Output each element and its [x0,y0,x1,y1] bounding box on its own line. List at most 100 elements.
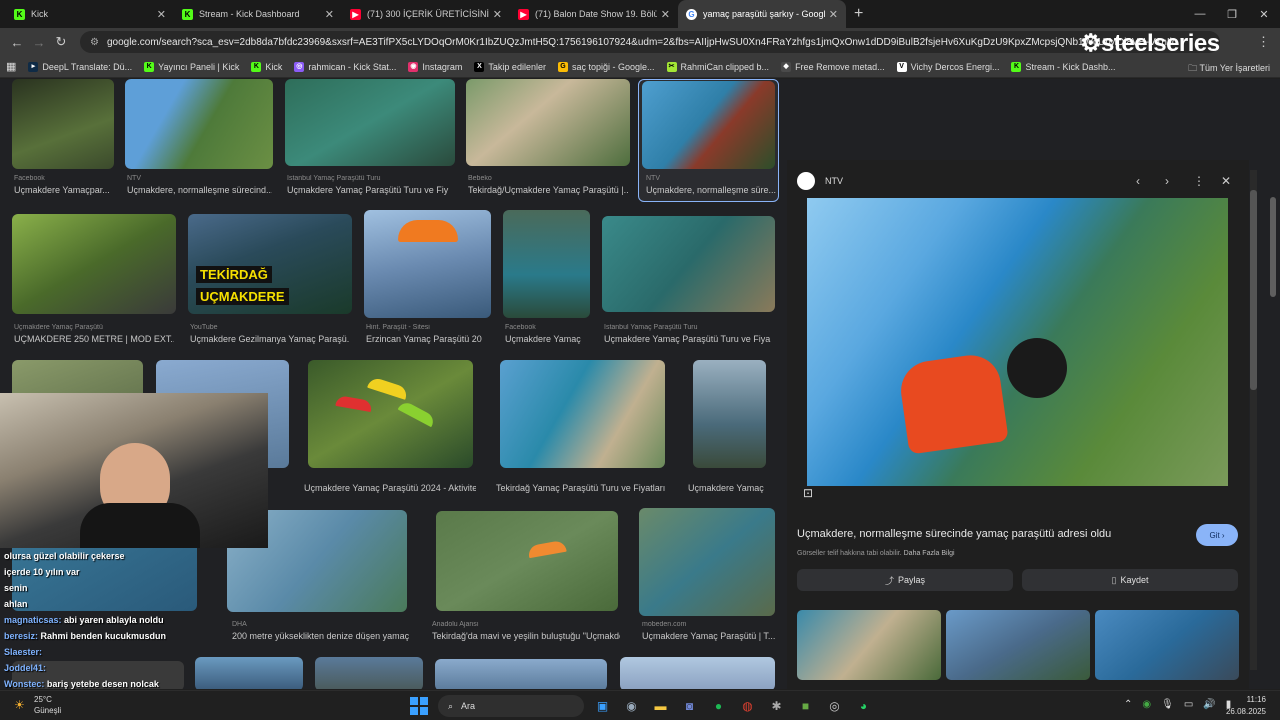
result-caption[interactable]: Uçmakdere Yamaç [688,483,773,493]
bookmark-google[interactable]: Gsaç topiği - Google... [557,61,655,72]
result-caption[interactable]: UÇMAKDERE 250 METRE | MOD EXT... [14,334,174,344]
result-caption[interactable]: Uçmakdere Yamaç Paraşütü Turu ve Fiya [604,334,776,344]
result-image[interactable] [285,79,455,166]
panel-scrollbar[interactable] [1250,170,1257,670]
result-image[interactable] [12,79,114,169]
bookmark-clip[interactable]: ✂ RahmiCan clipped b... [666,61,769,72]
tab-youtube-1[interactable]: ▶(71) 300 İÇERİK ÜRETİCİSİNİ KA✕ [342,0,510,28]
tab-kick[interactable]: K Kick ✕ [6,0,174,28]
bookmark-vichy[interactable]: V Vichy Dercos Energi... [896,61,999,72]
bookmark-kick-panel[interactable]: K Yayıncı Paneli | Kick [144,61,239,72]
discord-icon[interactable]: ◙ [675,695,704,717]
result-image[interactable] [693,360,766,468]
result-caption[interactable]: Uçmakdere Yamaçpar... [14,185,114,195]
previous-icon[interactable]: ‹ [1136,174,1140,188]
preview-title[interactable]: Uçmakdere, normalleşme sürecinde yamaç p… [797,528,1111,540]
bookmark-kick[interactable]: K Kick [251,61,282,72]
browser-menu-icon[interactable]: ⋮ [1257,34,1270,50]
result-caption[interactable]: Uçmakdere Yamaç Paraşütü Turu ve Fiy [287,185,455,195]
result-image[interactable] [12,214,176,314]
share-button[interactable]: ⤴ Paylaş [797,569,1013,591]
result-image[interactable] [602,216,775,312]
result-caption[interactable]: Uçmakdere, normalleşme sürecind... [127,185,272,195]
close-icon[interactable]: ✕ [661,8,670,21]
bookmark-instagram[interactable]: ◉ Instagram [408,61,462,72]
close-icon[interactable]: ✕ [325,8,334,21]
more-options-icon[interactable]: ⋮ [1193,174,1205,188]
taskbar-clock[interactable]: 11:16 26.08.2025 [1226,694,1266,718]
steam-icon[interactable]: ◉ [617,695,646,717]
tab-kick-dashboard[interactable]: K Stream - Kick Dashboard ✕ [174,0,342,28]
result-image-selected[interactable] [642,81,775,169]
result-image[interactable] [125,79,273,169]
back-icon[interactable]: ← [6,35,28,50]
related-image[interactable] [797,610,941,680]
minimize-icon[interactable]: — [1184,0,1216,28]
chrome-icon[interactable]: ◍ [733,695,762,717]
result-image[interactable] [620,657,775,689]
preview-image[interactable] [807,198,1228,486]
start-menu-icon[interactable] [410,697,428,715]
result-caption[interactable]: Uçmakdere Yamaç Paraşütü | T... [642,631,777,641]
result-caption[interactable]: Erzincan Yamaç Paraşütü 20 [366,334,491,344]
tray-expand-icon[interactable]: ⌃ [1124,699,1132,710]
close-icon[interactable]: ✕ [157,8,166,21]
forward-icon[interactable]: → [28,35,50,50]
visit-button[interactable]: Git › [1196,524,1238,546]
preview-source[interactable]: NTV [797,172,843,190]
settings-icon[interactable]: ✱ [762,695,791,717]
file-explorer-icon[interactable]: ▬ [646,695,675,717]
result-image[interactable] [466,79,630,166]
bookmark-kick-dashboard[interactable]: K Stream - Kick Dashb... [1011,61,1116,72]
result-caption[interactable]: Uçmakdere, normalleşme süre... [646,185,776,195]
result-caption[interactable]: Tekirdağ/Uçmakdere Yamaç Paraşütü |... [468,185,628,195]
close-icon[interactable]: ✕ [493,8,502,21]
result-caption[interactable]: Uçmakdere Yamaç [505,334,590,344]
site-info-icon[interactable]: ⚙ [90,37,99,48]
next-icon[interactable]: › [1165,174,1169,188]
result-image[interactable] [364,210,491,318]
apps-icon[interactable]: ▦ [6,60,16,73]
result-image[interactable] [500,360,665,468]
bookmark-deepl[interactable]: ▸ DeepL Translate: Dü... [28,61,132,72]
address-bar[interactable]: ⚙ google.com/search?sca_esv=2db8da7bfdc2… [80,31,1220,53]
store-icon[interactable]: ▣ [588,695,617,717]
related-image[interactable] [1095,610,1239,680]
bookmark-x[interactable]: X Takip edilenler [474,61,546,72]
weather-icon[interactable]: ☀ [14,698,25,712]
new-tab-button[interactable]: + [854,5,863,23]
spotify-icon[interactable]: ● [704,695,733,717]
reload-icon[interactable]: ↻ [50,34,72,50]
more-info-link[interactable]: Daha Fazla Bilgi [904,550,955,557]
lens-icon[interactable]: ⊡ [803,486,813,500]
result-image[interactable] [639,508,775,616]
restore-icon[interactable]: ❐ [1216,0,1248,28]
related-image[interactable] [946,610,1090,680]
monitor-icon[interactable]: ▭ [1184,699,1193,710]
result-image[interactable] [308,360,473,468]
result-caption[interactable]: Tekirdağ Yamaç Paraşütü Turu ve Fiyatlar… [496,483,666,493]
result-image[interactable] [503,210,590,318]
whatsapp-icon[interactable]: ◕ [849,695,878,717]
bookmark-metadata[interactable]: ◆ Free Remove metad... [781,61,885,72]
result-caption[interactable]: Uçmakdere Gezilmanya Yamaç Paraşü... [190,334,350,344]
all-bookmarks[interactable]: 🗀 Tüm Yer İşaretleri [1188,61,1270,77]
result-image[interactable] [436,511,618,611]
save-button[interactable]: ▯ Kaydet [1022,569,1238,591]
bookmark-kick-stats[interactable]: ◎ rahmican - Kick Stat... [294,61,396,72]
result-caption[interactable]: Tekirdağ'da mavi ve yeşilin buluştuğu "U… [432,631,620,641]
close-panel-icon[interactable]: ✕ [1221,174,1231,188]
close-icon[interactable]: ✕ [829,8,838,21]
weather-widget[interactable]: 25°C Güneşli [34,694,61,716]
microphone-icon[interactable]: 🎙 [1161,699,1174,710]
volume-icon[interactable]: 🔊 [1203,699,1215,710]
tab-google-search[interactable]: Gyamaç paraşütü şarkıy - Google ✕ [678,0,846,28]
tab-youtube-2[interactable]: ▶ (71) Balon Date Show 19. Bölüm ✕ [510,0,678,28]
result-caption[interactable]: Uçmakdere Yamaç Paraşütü 2024 - Aktivite [304,483,476,493]
close-window-icon[interactable]: ✕ [1248,0,1280,28]
minecraft-icon[interactable]: ■ [791,695,820,717]
result-image[interactable] [435,659,607,689]
steelseries-tray-icon[interactable]: ◉ [1142,699,1151,710]
obs-icon[interactable]: ◎ [820,695,849,717]
result-image[interactable]: TEKİRDAĞ UÇMAKDERE [188,214,352,314]
